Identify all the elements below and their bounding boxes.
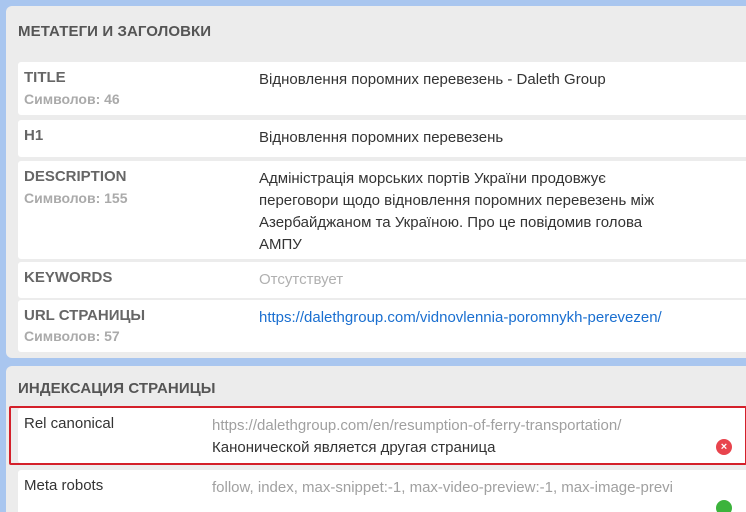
title-label: TITLE (24, 69, 66, 86)
h1-label: H1 (24, 127, 44, 144)
keywords-value: Отсутствует (259, 271, 344, 288)
canonical-url[interactable]: https://dalethgroup.com/en/resumption-of… (212, 415, 712, 437)
url-row: URL СТРАНИЦЫ Символов: 57 https://daleth… (18, 300, 746, 352)
meta-robots-label: Meta robots (24, 477, 104, 494)
title-row: TITLE Символов: 46 Відновлення поромних … (18, 62, 746, 115)
description-row: DESCRIPTION Символов: 155 Адміністрація … (18, 161, 746, 259)
h1-row: H1 Відновлення поромних перевезень (18, 120, 746, 157)
canonical-value-block: https://dalethgroup.com/en/resumption-of… (212, 415, 712, 459)
title-char-count: Символов: 46 (24, 91, 120, 107)
error-icon: × (716, 439, 732, 455)
canonical-row: Rel canonical https://dalethgroup.com/en… (18, 408, 746, 463)
title-value: Відновлення поромних перевезень - Daleth… (259, 71, 606, 88)
url-char-count: Символов: 57 (24, 328, 120, 344)
url-label: URL СТРАНИЦЫ (24, 307, 146, 324)
meta-tags-panel: МЕТАТЕГИ И ЗАГОЛОВКИ TITLE Символов: 46 … (6, 6, 746, 358)
description-char-count: Символов: 155 (24, 190, 128, 206)
canonical-note: Канонической является другая страница (212, 439, 496, 456)
description-value: Адміністрація морських портів України пр… (259, 170, 655, 253)
keywords-row: KEYWORDS Отсутствует (18, 262, 746, 298)
meta-tags-title: МЕТАТЕГИ И ЗАГОЛОВКИ (18, 23, 212, 40)
keywords-label: KEYWORDS (24, 269, 113, 286)
description-label: DESCRIPTION (24, 168, 127, 185)
meta-robots-text: follow, index, max-snippet:-1, max-video… (212, 479, 674, 496)
page-url-link[interactable]: https://dalethgroup.com/vidnovlennia-por… (259, 307, 679, 329)
meta-robots-value: follow, index, max-snippet:-1, max-video… (212, 477, 712, 499)
indexing-title: ИНДЕКСАЦИЯ СТРАНИЦЫ (18, 380, 216, 397)
ok-icon (716, 500, 732, 512)
h1-value: Відновлення поромних перевезень (259, 129, 504, 146)
indexing-panel: ИНДЕКСАЦИЯ СТРАНИЦЫ Rel canonical https:… (6, 366, 746, 512)
canonical-label: Rel canonical (24, 415, 115, 432)
meta-robots-row: Meta robots follow, index, max-snippet:-… (18, 470, 746, 512)
